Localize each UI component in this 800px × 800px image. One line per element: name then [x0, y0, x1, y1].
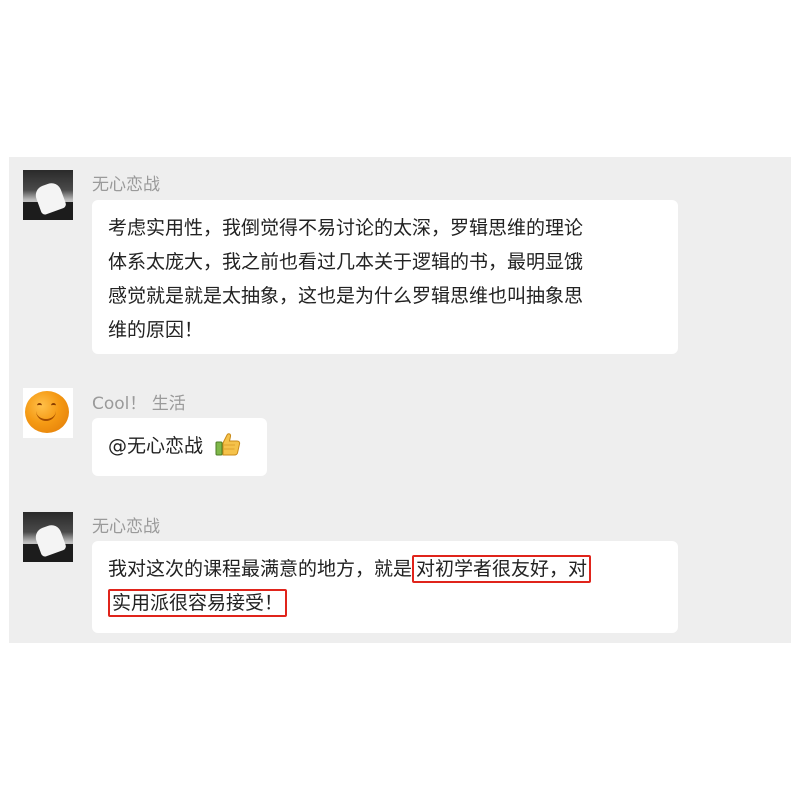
sender-name: 无心恋战 — [92, 517, 160, 537]
message-text: 我对这次的课程最满意的地方，就是 — [108, 558, 413, 580]
message-text: @无心恋战 — [108, 435, 204, 457]
message-bubble[interactable]: 我对这次的课程最满意的地方，就是 对初学者很友好，对 实用派很容易接受！ — [92, 541, 678, 633]
message-line: 感觉就是就是太抽象，这也是为什么罗辑思维也叫抽象思 — [108, 285, 584, 307]
message-line: 实用派很容易接受！ — [108, 586, 662, 620]
avatar[interactable] — [23, 170, 73, 220]
sender-name: 无心恋战 — [92, 175, 160, 195]
thumbs-up-icon — [215, 431, 241, 468]
avatar[interactable] — [23, 388, 73, 438]
message-line: 我对这次的课程最满意的地方，就是 对初学者很友好，对 — [108, 552, 662, 586]
highlighted-text: 对初学者很友好，对 — [412, 555, 592, 583]
highlighted-text: 实用派很容易接受！ — [108, 589, 288, 617]
message-line: 维的原因！ — [108, 319, 204, 341]
avatar[interactable] — [23, 512, 73, 562]
sender-name: Cool！ 生活 — [92, 394, 186, 414]
message-line: 体系太庞大，我之前也看过几本关于逻辑的书，最明显饿 — [108, 251, 584, 273]
message-bubble[interactable]: @无心恋战 — [92, 418, 267, 476]
message-line: 考虑实用性，我倒觉得不易讨论的太深，罗辑思维的理论 — [108, 217, 584, 239]
message-bubble[interactable]: 考虑实用性，我倒觉得不易讨论的太深，罗辑思维的理论 体系太庞大，我之前也看过几本… — [92, 200, 678, 354]
